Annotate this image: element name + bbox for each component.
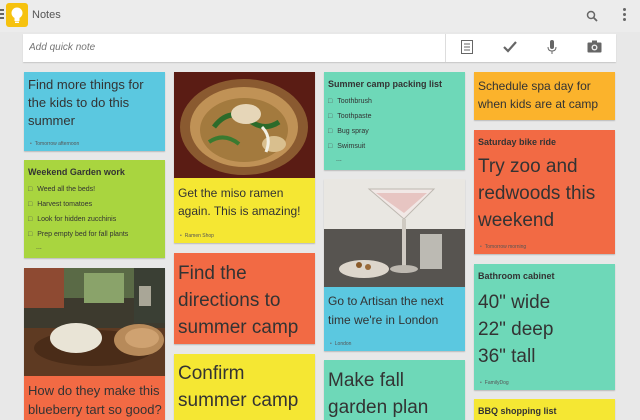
note-bathroom-cabinet[interactable]: Bathroom cabinet 40" wide 22" deep 36" t… bbox=[474, 264, 615, 390]
checklist-item[interactable]: Look for hidden zucchinis bbox=[28, 212, 128, 227]
checklist-item[interactable]: Swimsuit bbox=[328, 139, 372, 154]
checklist-item[interactable]: Weed all the beds! bbox=[28, 182, 128, 197]
note-reminder: Tomorrow morning bbox=[480, 244, 526, 250]
checklist: Weed all the beds! Harvest tomatoes Look… bbox=[28, 182, 128, 242]
note-title: BBQ shopping list bbox=[478, 406, 557, 416]
note-text: How do they make this blueberry tart so … bbox=[28, 383, 162, 417]
note-text: Find more things for the kids to do this… bbox=[28, 77, 144, 128]
note-line: 22" deep bbox=[478, 319, 554, 340]
note-title: Bathroom cabinet bbox=[478, 271, 555, 281]
note-title: Saturday bike ride bbox=[478, 137, 557, 147]
overflow-menu-icon[interactable] bbox=[623, 8, 627, 22]
note-location: London bbox=[330, 341, 352, 347]
more-items: ... bbox=[36, 244, 42, 251]
checklist-item[interactable]: Toothpaste bbox=[328, 109, 372, 124]
checklist: Toothbrush Toothpaste Bug spray Swimsuit bbox=[328, 94, 372, 154]
checklist-item[interactable]: Prep empty bed for fall plants bbox=[28, 227, 128, 242]
note-text: Find the directions to summer camp bbox=[178, 263, 299, 338]
note-reminder: Tomorrow afternoon bbox=[30, 141, 79, 147]
more-items: ... bbox=[336, 156, 342, 163]
note-title: Summer camp packing list bbox=[328, 79, 443, 89]
note-text: Make fall garden plan bbox=[328, 370, 429, 418]
note-text: 40" wide 22" deep 36" tall bbox=[478, 289, 553, 370]
note-kids-summer[interactable]: Find more things for the kids to do this… bbox=[24, 72, 165, 151]
checklist-item[interactable]: Harvest tomatoes bbox=[28, 197, 128, 212]
app-title: Notes bbox=[32, 9, 61, 21]
app-bar: Notes bbox=[0, 0, 640, 32]
drawer-icon[interactable] bbox=[0, 9, 5, 21]
note-title: Weekend Garden work bbox=[28, 167, 125, 177]
note-blueberry-tart[interactable]: How do they make this blueberry tart so … bbox=[24, 268, 165, 420]
note-artisan-london[interactable]: Go to Artisan the next time we're in Lon… bbox=[324, 179, 465, 351]
camera-icon[interactable] bbox=[587, 40, 602, 58]
quick-bar-divider bbox=[445, 34, 446, 62]
checklist-icon[interactable] bbox=[503, 40, 517, 59]
note-line: 40" wide bbox=[478, 292, 551, 313]
checklist-item[interactable]: Bug spray bbox=[328, 124, 372, 139]
note-bike-ride[interactable]: Saturday bike ride Try zoo and redwoods … bbox=[474, 130, 615, 254]
quick-note-input[interactable] bbox=[29, 42, 329, 53]
note-spa-day[interactable]: Schedule spa day for when kids are at ca… bbox=[474, 72, 615, 120]
microphone-icon[interactable] bbox=[547, 40, 557, 60]
note-garden-work[interactable]: Weekend Garden work Weed all the beds! H… bbox=[24, 160, 165, 258]
tart-photo bbox=[24, 268, 165, 376]
quick-note-bar bbox=[23, 34, 616, 62]
note-bbq-list[interactable]: BBQ shopping list bbox=[474, 399, 615, 420]
keep-logo-icon[interactable] bbox=[6, 3, 28, 27]
note-text: Confirm summer camp bbox=[178, 363, 299, 411]
note-location: FamilyDog bbox=[480, 380, 509, 386]
note-text: Try zoo and redwoods this weekend bbox=[478, 156, 596, 231]
note-confirm-camp[interactable]: Confirm summer camp bbox=[174, 354, 315, 420]
note-text: Get the miso ramen again. This is amazin… bbox=[178, 186, 301, 218]
checklist-item[interactable]: Toothbrush bbox=[328, 94, 372, 109]
note-fall-garden[interactable]: Make fall garden plan bbox=[324, 360, 465, 420]
note-location: Ramen Shop bbox=[180, 233, 214, 239]
note-directions-camp[interactable]: Find the directions to summer camp bbox=[174, 253, 315, 344]
search-icon[interactable] bbox=[586, 9, 598, 27]
note-text: Go to Artisan the next time we're in Lon… bbox=[328, 294, 444, 327]
list-note-icon[interactable] bbox=[461, 40, 473, 59]
note-miso-ramen[interactable]: Get the miso ramen again. This is amazin… bbox=[174, 72, 315, 243]
note-line: 36" tall bbox=[478, 346, 536, 367]
note-packing-list[interactable]: Summer camp packing list Toothbrush Toot… bbox=[324, 72, 465, 170]
ramen-photo bbox=[174, 72, 315, 178]
note-text: Schedule spa day for when kids are at ca… bbox=[478, 79, 599, 111]
cocktail-photo bbox=[324, 179, 465, 287]
